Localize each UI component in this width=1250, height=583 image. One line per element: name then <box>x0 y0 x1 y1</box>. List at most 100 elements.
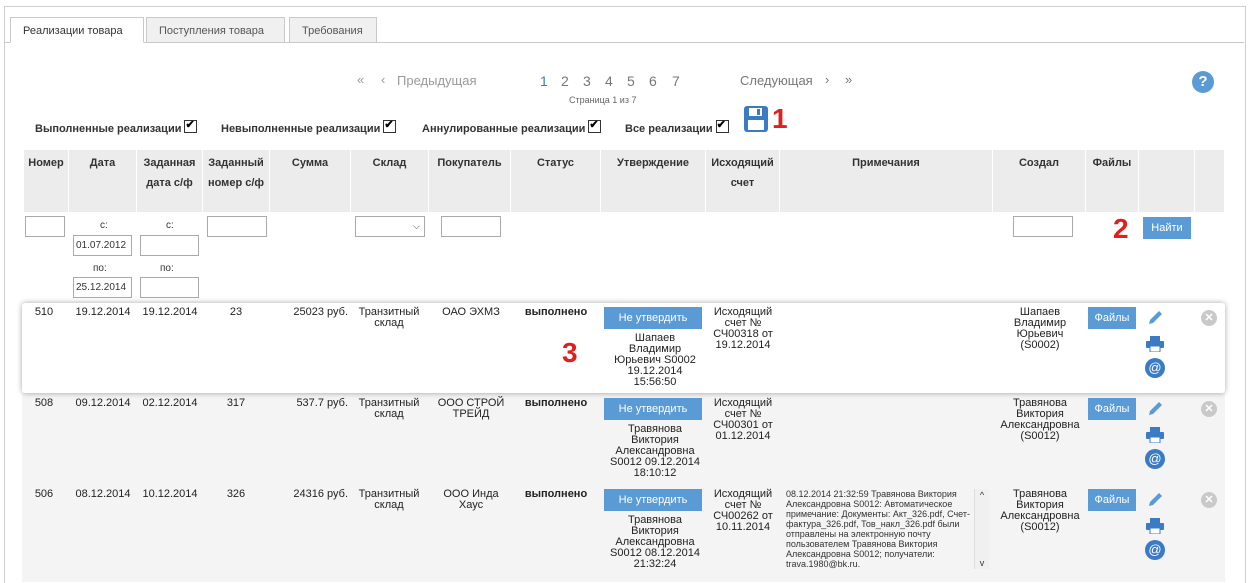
edit-icon[interactable] <box>1147 310 1165 326</box>
row-buyer: ООО Инда Хаус <box>430 489 512 511</box>
row-sf-number: 317 <box>226 397 246 409</box>
row-sum: 25023 руб. <box>293 306 348 318</box>
col-date: Дата <box>69 150 137 212</box>
filter-all[interactable]: Все реализации <box>625 118 729 135</box>
filter-undone[interactable]: Невыполненные реализации <box>221 118 397 135</box>
next-page-link[interactable]: Следующая <box>740 73 813 93</box>
row-status: выполнено <box>524 306 588 318</box>
delete-icon[interactable]: ✕ <box>1201 310 1217 326</box>
date-from-label: с: <box>100 220 108 231</box>
col-creator: Создал <box>993 150 1086 212</box>
files-button[interactable]: Файлы <box>1088 307 1136 329</box>
buyer-filter-input[interactable] <box>441 216 501 237</box>
creator-filter-input[interactable] <box>1013 216 1073 237</box>
prev-page-icon[interactable]: ‹ <box>381 72 385 92</box>
delete-icon[interactable]: ✕ <box>1201 401 1217 417</box>
row-invoice-line: 19.12.2014 <box>715 339 771 351</box>
sf-number-filter-input[interactable] <box>207 216 267 237</box>
col-buyer: Покупатель <box>429 150 511 212</box>
number-filter-input[interactable] <box>25 216 65 237</box>
edit-icon[interactable] <box>1147 492 1165 508</box>
warehouse-select[interactable]: ⌵ <box>355 216 425 237</box>
page-7-link[interactable]: 7 <box>672 73 680 89</box>
page-6-link[interactable]: 6 <box>649 73 657 89</box>
tab-receipts[interactable]: Поступления товара <box>146 17 285 43</box>
row-sum: 537.7 руб. <box>296 397 348 409</box>
first-page-icon[interactable]: « <box>357 72 364 92</box>
row-number[interactable]: 506 <box>24 489 64 500</box>
col-notes: Примечания <box>780 150 993 212</box>
filter-cancelled-checkbox[interactable] <box>588 118 602 133</box>
email-icon[interactable]: @ <box>1145 449 1165 469</box>
col-number: Номер <box>24 150 69 212</box>
row-status: выполнено <box>524 488 588 500</box>
date-from-input[interactable]: 01.07.2012 <box>73 235 132 256</box>
email-icon[interactable]: @ <box>1145 358 1165 378</box>
sf-date-from-label: с: <box>166 220 174 231</box>
filter-cancelled[interactable]: Аннулированные реализации <box>422 118 602 135</box>
row-date: 09.12.2014 <box>75 397 131 409</box>
row-number[interactable]: 508 <box>24 398 64 409</box>
tab-requests[interactable]: Требования <box>289 17 377 43</box>
disapprove-button[interactable]: Не утвердить <box>604 398 702 420</box>
files-button[interactable]: Файлы <box>1088 398 1136 420</box>
row-status: выполнено <box>524 397 588 409</box>
filter-all-label: Все реализации <box>625 123 713 135</box>
filter-done-checkbox[interactable] <box>184 118 198 133</box>
row-approval: Травянова Виктория Александровна S0012 09.1… <box>604 424 706 479</box>
disapprove-button[interactable]: Не утвердить <box>604 489 702 511</box>
row-invoice-line: 10.11.2014 <box>715 521 771 533</box>
edit-icon[interactable] <box>1147 401 1165 417</box>
tab-sales[interactable]: Реализации товара <box>10 17 144 43</box>
page-3-link[interactable]: 3 <box>583 73 591 89</box>
table-row-bg <box>22 576 1225 582</box>
email-icon[interactable]: @ <box>1145 540 1165 560</box>
disapprove-button[interactable]: Не утвердить <box>604 307 702 329</box>
col-invoice: Исходящий счет <box>706 150 780 212</box>
page-2-link[interactable]: 2 <box>561 73 569 89</box>
scroll-down-icon[interactable]: v <box>975 557 989 569</box>
row-warehouse: Транзитный склад <box>352 307 426 329</box>
row-creator: Шапаев Владимир Юрьевич (S0002) <box>996 307 1084 351</box>
row-buyer-line: ТРЕЙД <box>452 408 490 420</box>
filter-done[interactable]: Выполненные реализации <box>35 118 198 135</box>
next-page-icon[interactable]: › <box>825 72 829 92</box>
col-sum: Сумма <box>270 150 351 212</box>
page-1-link[interactable]: 1 <box>540 73 548 89</box>
sf-date-to-input[interactable] <box>140 277 199 298</box>
prev-page-link[interactable]: Предыдущая <box>397 73 477 93</box>
print-icon[interactable] <box>1146 336 1164 353</box>
row-warehouse-line: склад <box>374 317 404 329</box>
row-creator-line: (S0012) <box>1020 521 1060 533</box>
marker-1: 1 <box>772 103 788 134</box>
row-buyer: ОАО ЭХМЗ <box>430 307 512 318</box>
row-creator: Травянова Виктория Александровна (S0012) <box>996 398 1084 442</box>
row-approval-line: 21:32:24 <box>633 558 677 570</box>
print-icon[interactable] <box>1146 427 1164 444</box>
filter-undone-checkbox[interactable] <box>383 118 397 133</box>
delete-icon[interactable]: ✕ <box>1201 492 1217 508</box>
row-approval-line: 18:10:12 <box>633 467 677 479</box>
row-sf-number: 23 <box>229 306 243 318</box>
help-icon[interactable]: ? <box>1192 71 1214 93</box>
filter-undone-label: Невыполненные реализации <box>221 123 381 135</box>
scroll-up-icon[interactable]: ^ <box>975 489 989 501</box>
print-icon[interactable] <box>1146 518 1164 535</box>
row-number[interactable]: 510 <box>24 307 64 318</box>
files-button[interactable]: Файлы <box>1088 489 1136 511</box>
last-page-icon[interactable]: » <box>845 72 852 92</box>
date-to-input[interactable]: 25.12.2014 <box>73 277 132 298</box>
row-invoice: Исходящий счет № СЧ00318 от 19.12.2014 <box>707 307 779 351</box>
col-warehouse: Склад <box>351 150 429 212</box>
row-sum: 24316 руб. <box>293 488 348 500</box>
save-icon[interactable] <box>744 106 768 132</box>
row-buyer-line: ОАО ЭХМЗ <box>442 306 500 318</box>
filter-done-label: Выполненные реализации <box>35 123 182 135</box>
find-button[interactable]: Найти <box>1143 217 1191 239</box>
note-scrollbar[interactable]: ^ v <box>974 489 989 569</box>
sf-date-from-input[interactable] <box>140 235 199 256</box>
page-5-link[interactable]: 5 <box>627 73 635 89</box>
page-4-link[interactable]: 4 <box>605 73 613 89</box>
row-warehouse-line: склад <box>374 408 404 420</box>
filter-all-checkbox[interactable] <box>715 118 729 133</box>
